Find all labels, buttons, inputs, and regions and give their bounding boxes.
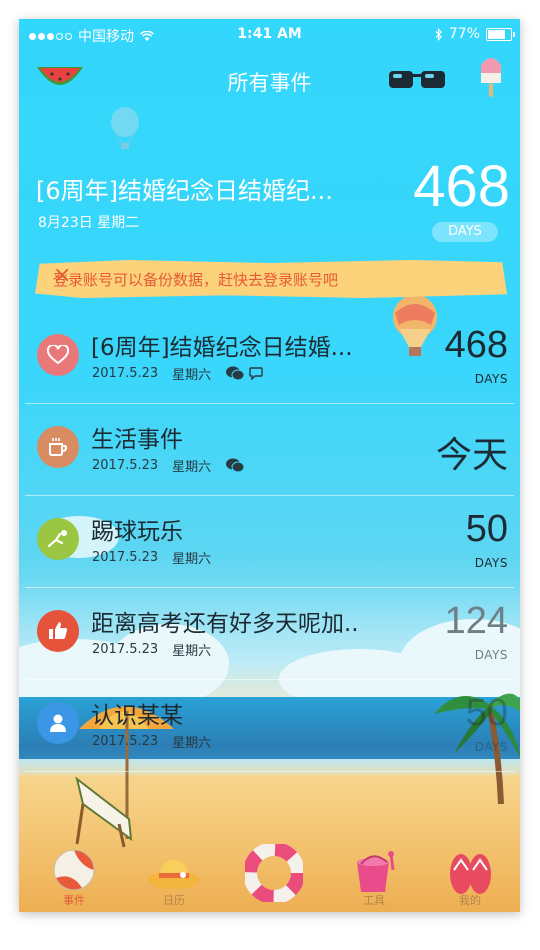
tab-label: 工具 xyxy=(363,894,385,907)
sun-hat-icon xyxy=(148,860,200,889)
tab-tools[interactable]: 工具 xyxy=(324,842,424,912)
tab-bar: 事件 日历 工具 我的 xyxy=(19,842,520,912)
thumbs-up-icon xyxy=(49,622,67,639)
event-meta: 2017.5.23 星期六 xyxy=(92,548,211,567)
event-weekday: 星期六 xyxy=(172,736,212,751)
tab-label: 事件 xyxy=(63,894,85,907)
event-meta: 2017.5.23 星期六 xyxy=(92,732,211,751)
event-row[interactable]: 踢球玩乐 2017.5.23 星期六 50 DAYS xyxy=(19,496,520,588)
event-weekday: 星期六 xyxy=(172,644,212,659)
event-row[interactable]: 距离高考还有好多天呢加.. 2017.5.23 星期六 124 DAYS xyxy=(19,588,520,680)
kick-ball-icon xyxy=(47,530,67,548)
battery-fill xyxy=(488,29,505,39)
hero-days-count: 468 xyxy=(413,154,510,219)
event-row[interactable]: 生活事件 2017.5.23 星期六 今天 xyxy=(19,404,520,496)
event-title: 认识某某 xyxy=(91,703,183,729)
person-icon xyxy=(50,714,66,732)
hero-event-title[interactable]: [6周年]结婚纪念日结婚纪... xyxy=(36,171,333,206)
event-row[interactable]: [6周年]结婚纪念日结婚... 2017.5.23 星期六 468 DAYS xyxy=(19,312,520,404)
comment-icon xyxy=(249,367,263,380)
event-icon-badge xyxy=(37,334,79,376)
system-icons: 77% xyxy=(435,26,515,42)
life-ring-icon xyxy=(245,844,303,902)
event-days-unit: DAYS xyxy=(474,556,508,570)
glasses-icon[interactable] xyxy=(387,67,447,93)
event-date: 2017.5.23 xyxy=(92,366,159,381)
event-date: 2017.5.23 xyxy=(92,550,159,565)
event-days-unit: DAYS xyxy=(474,740,508,754)
battery-percent: 77% xyxy=(448,26,480,42)
event-icon-badge xyxy=(37,518,79,560)
event-title: 生活事件 xyxy=(91,427,183,453)
event-icon-badge xyxy=(37,426,79,468)
wechat-icon xyxy=(226,458,245,473)
tab-calendar[interactable]: 日历 xyxy=(124,842,224,912)
bluetooth-icon xyxy=(435,27,442,41)
event-days-count: 468 xyxy=(444,324,508,366)
event-weekday: 星期六 xyxy=(172,460,212,475)
sand-bucket-icon xyxy=(357,851,395,892)
event-days-count: 50 xyxy=(465,508,508,550)
event-days-unit: DAYS xyxy=(474,648,508,662)
event-weekday: 星期六 xyxy=(172,368,212,383)
hero-event-date: 8月23日 星期二 xyxy=(38,215,140,231)
event-date: 2017.5.23 xyxy=(92,458,159,473)
event-date: 2017.5.23 xyxy=(92,642,159,657)
app-screen: 中国移动 1:41 AM 77% 所有事件 [6周年]结婚纪念日结婚纪... 8… xyxy=(19,19,520,912)
event-meta: 2017.5.23 星期六 xyxy=(92,364,263,383)
event-weekday: 星期六 xyxy=(172,552,212,567)
event-title: 距离高考还有好多天呢加.. xyxy=(91,611,359,637)
event-today-label: 今天 xyxy=(435,435,508,476)
wechat-icon xyxy=(226,366,245,381)
event-date: 2017.5.23 xyxy=(92,734,159,749)
tab-profile[interactable]: 我的 xyxy=(420,842,520,912)
event-days-unit: DAYS xyxy=(474,372,508,386)
event-meta: 2017.5.23 星期六 xyxy=(92,640,211,659)
coffee-cup-icon xyxy=(49,438,68,456)
login-reminder-banner[interactable]: 登录账号可以备份数据，赶快去登录账号吧 × xyxy=(35,260,507,298)
popsicle-icon[interactable] xyxy=(477,55,505,99)
row-divider xyxy=(25,771,514,772)
tab-add[interactable] xyxy=(224,842,324,912)
event-title: 踢球玩乐 xyxy=(91,519,183,545)
status-bar: 中国移动 1:41 AM 77% xyxy=(19,19,520,51)
tab-events[interactable]: 事件 xyxy=(24,842,124,912)
event-row[interactable]: 认识某某 2017.5.23 星期六 50 DAYS xyxy=(19,680,520,772)
flip-flops-icon xyxy=(450,854,491,894)
battery-icon xyxy=(486,27,515,41)
close-icon[interactable]: × xyxy=(53,263,489,288)
event-title: [6周年]结婚纪念日结婚... xyxy=(91,335,353,361)
event-icon-badge xyxy=(37,702,79,744)
event-days-count: 50 xyxy=(465,692,508,734)
balloon-icon xyxy=(111,107,139,149)
beach-ball-icon xyxy=(53,849,95,891)
heart-icon xyxy=(47,345,69,365)
event-days-count: 124 xyxy=(444,600,508,642)
tab-label: 我的 xyxy=(459,894,481,907)
event-icon-badge xyxy=(37,610,79,652)
event-meta: 2017.5.23 星期六 xyxy=(92,456,245,475)
hero-days-badge: DAYS xyxy=(432,222,498,242)
tab-label: 日历 xyxy=(163,894,185,907)
